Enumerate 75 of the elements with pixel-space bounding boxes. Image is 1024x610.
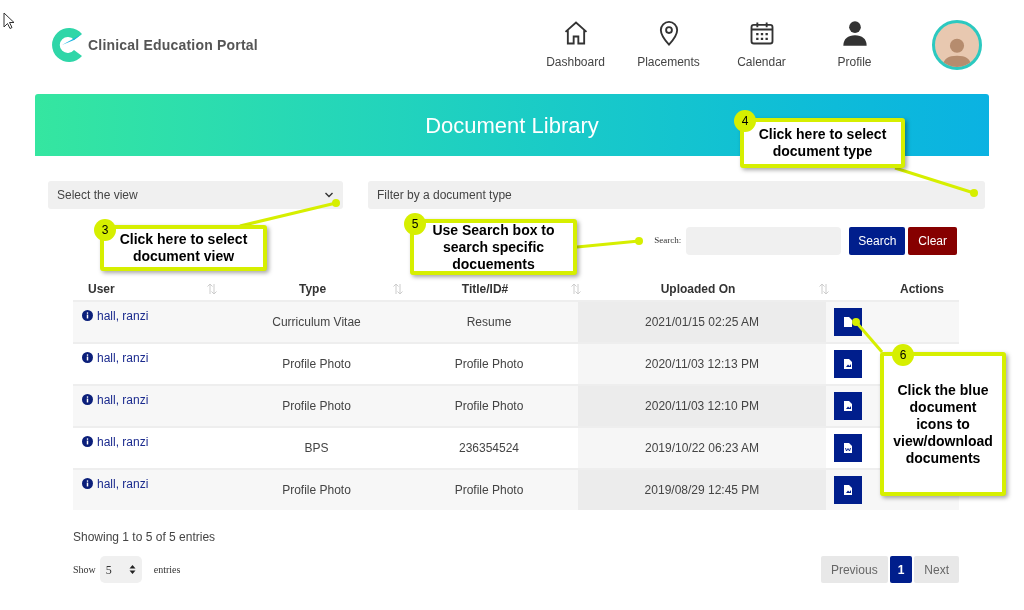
callout-text: Click here to select document type (757, 126, 888, 160)
nav-link[interactable]: Calendar (724, 19, 799, 71)
image-file-icon (842, 358, 854, 370)
user-link[interactable]: hall, ranzi (97, 352, 149, 364)
image-file-icon (842, 400, 854, 412)
sort-icon (392, 282, 404, 295)
table-cell-text: BPS (304, 440, 329, 457)
document-button[interactable] (834, 434, 862, 462)
user-link[interactable]: hall, ranzi (97, 436, 149, 448)
column-header[interactable]: Type (233, 279, 400, 298)
pagination-button[interactable]: Next (914, 556, 959, 583)
nav-link[interactable]: Placements (631, 19, 706, 71)
callout-number: 3 (94, 219, 116, 241)
sort-arrows-icon (128, 564, 136, 575)
show-label: Show (73, 563, 96, 577)
avatar[interactable] (932, 20, 982, 70)
cursor-icon (3, 12, 15, 30)
info-icon[interactable] (82, 310, 93, 321)
column-header[interactable]: Title/ID# (400, 279, 578, 298)
pagination-button[interactable]: Previous (820, 556, 888, 583)
table-cell-text: Profile Photo (454, 398, 524, 415)
table-cell-text: 2020/11/03 12:13 PM (645, 356, 759, 373)
column-header: Actions (900, 280, 944, 298)
brand-name: Clinical Education Portal (88, 35, 258, 55)
person-icon (840, 19, 869, 47)
word-file-icon (842, 442, 854, 454)
document-button[interactable] (834, 350, 862, 378)
type-select[interactable]: Filter by a document type (368, 181, 985, 209)
info-icon[interactable] (82, 394, 93, 405)
chevron-down-icon (324, 191, 334, 199)
table-cell-text: Resume (466, 314, 512, 331)
page-size-select[interactable]: 5 (99, 556, 142, 583)
info-icon[interactable] (82, 436, 93, 447)
table-cell-text: Profile Photo (282, 398, 351, 415)
callout-number: 6 (892, 344, 914, 366)
table-cell-text: 2019/10/22 06:23 AM (644, 440, 760, 457)
document-button[interactable] (834, 392, 862, 420)
column-header[interactable]: User (88, 279, 233, 298)
callout-text: Click the blue document icons to view/download documents (893, 381, 993, 467)
image-file-icon (842, 484, 854, 496)
user-link[interactable]: hall, ranzi (97, 310, 149, 322)
entries-info: Showing 1 to 5 of 5 entries (73, 529, 216, 546)
file-icon (842, 316, 854, 328)
info-icon[interactable] (82, 352, 93, 363)
document-button[interactable] (834, 308, 862, 336)
table-cell-text: Curriculum Vitae (272, 314, 361, 331)
table-cell-text: Profile Photo (454, 482, 524, 499)
sort-icon (206, 282, 218, 295)
entries-label: entries (153, 563, 181, 577)
table-cell-text: 2021/01/15 02:25 AM (644, 314, 760, 331)
user-link[interactable]: hall, ranzi (97, 394, 149, 406)
table-cell-text: Profile Photo (282, 356, 351, 373)
pagination-button[interactable]: 1 (889, 556, 913, 583)
view-select[interactable]: Select the view (48, 181, 343, 209)
callout-number: 5 (404, 213, 426, 235)
search-label: Search: (654, 234, 682, 248)
table-cell-text: Profile Photo (454, 356, 524, 373)
clear-button[interactable]: Clear (908, 227, 957, 255)
document-button[interactable] (834, 476, 862, 504)
page-title: Document Library (425, 111, 599, 140)
table-cell-text: 236354524 (458, 440, 520, 457)
user-link[interactable]: hall, ranzi (97, 478, 149, 490)
search-button[interactable]: Search (849, 227, 906, 255)
table-cell-text: Profile Photo (282, 482, 351, 499)
callout-text: Use Search box to search specific docuements (431, 221, 556, 273)
nav-link[interactable]: Profile (817, 19, 892, 71)
column-header[interactable]: Uploaded On (578, 279, 826, 298)
nav-link[interactable]: Dashboard (538, 19, 613, 71)
logo-icon (52, 26, 84, 64)
table-cell-text: 2020/11/03 12:10 PM (645, 398, 759, 415)
table-cell-text: 2019/08/29 12:45 PM (644, 482, 760, 499)
sort-icon (570, 282, 582, 295)
info-icon[interactable] (82, 478, 93, 489)
callout-text: Click here to select document view (118, 231, 249, 265)
sort-icon (818, 282, 830, 295)
